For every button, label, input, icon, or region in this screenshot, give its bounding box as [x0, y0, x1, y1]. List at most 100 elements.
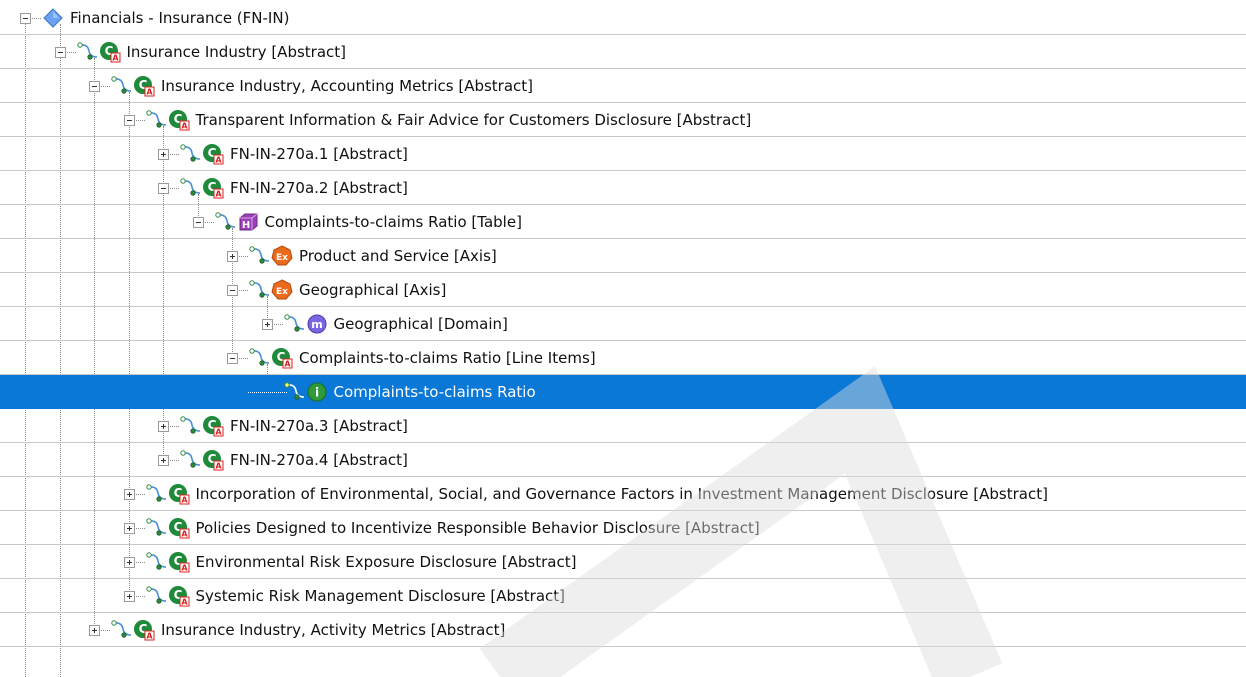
relationship-link-icon — [249, 348, 271, 366]
svg-text:A: A — [181, 530, 188, 539]
expand-toggle[interactable] — [123, 591, 135, 602]
collapse-toggle[interactable] — [227, 353, 238, 364]
tree-row[interactable]: C A Complaints-to-claims Ratio [Line Items… — [0, 341, 1246, 375]
tree-node-label: Systemic Risk Management Disclosure [Abs… — [195, 587, 566, 605]
tree-row[interactable]: H Complaints-to-claims Ratio [Table] — [0, 205, 1246, 239]
svg-text:A: A — [181, 496, 188, 505]
relationship-link-icon — [76, 42, 99, 60]
abstract-icon: CA — [168, 585, 190, 607]
svg-text:A: A — [215, 462, 222, 471]
collapse-toggle[interactable] — [54, 47, 66, 58]
abstract-icon: CA — [202, 143, 224, 165]
abstract-icon: CA — [133, 619, 155, 641]
collapse-toggle[interactable] — [192, 217, 204, 228]
tree-row[interactable]: C A Incorporation of Environmental, Social… — [0, 477, 1246, 511]
tree-row[interactable]: Ex Product and Service [Axis] — [0, 239, 1246, 273]
relationship-link-icon — [145, 552, 168, 570]
expand-toggle[interactable] — [158, 455, 169, 466]
tree-row[interactable]: C A Insurance Industry, Accounting Metrics… — [0, 69, 1246, 103]
relationship-link-icon — [145, 586, 168, 604]
tree-row[interactable]: C A Policies Designed to Incentivize Respo… — [0, 511, 1246, 545]
expand-toggle[interactable] — [261, 319, 273, 330]
relationship-link-icon — [180, 144, 202, 162]
tree-node-label: FN-IN-270a.2 [Abstract] — [230, 179, 408, 197]
relationship-link-icon — [214, 212, 237, 230]
svg-text:A: A — [215, 156, 222, 165]
relationship-link-icon — [145, 518, 168, 536]
tree-node-label: Insurance Industry [Abstract] — [126, 43, 347, 61]
tree-node-label: Insurance Industry, Accounting Metrics [… — [161, 77, 534, 95]
tree-node-label: Insurance Industry, Activity Metrics [Ab… — [161, 621, 506, 639]
svg-text:A: A — [181, 122, 188, 131]
tree-node-label: Complaints-to-claims Ratio — [333, 383, 536, 401]
member-icon: m — [306, 313, 328, 335]
relationship-link-icon — [145, 110, 168, 128]
relationship-link-icon — [180, 178, 202, 196]
abstract-icon: CA — [168, 109, 190, 131]
svg-text:Ex: Ex — [276, 287, 288, 297]
tree-connector-line — [248, 392, 287, 393]
abstract-icon: CA — [202, 449, 224, 471]
relationship-link-icon — [111, 620, 133, 638]
tree-row[interactable]: m Geographical [Domain] — [0, 307, 1246, 341]
tree-row[interactable]: i Complaints-to-claims Ratio — [0, 375, 1246, 409]
tree-row[interactable]: C A Environmental Risk Exposure Disclosure… — [0, 545, 1246, 579]
tree-node-label: FN-IN-270a.3 [Abstract] — [230, 417, 408, 435]
tree-node-label: Product and Service [Axis] — [299, 247, 497, 265]
relationship-link-icon — [249, 280, 271, 298]
svg-text:A: A — [181, 598, 188, 607]
svg-text:A: A — [284, 360, 291, 369]
abstract-icon: CA — [168, 551, 190, 573]
tree-row[interactable]: C A Insurance Industry [Abstract] — [0, 35, 1246, 69]
tree-row[interactable]: Financials - Insurance (FN-IN) — [0, 1, 1246, 35]
tree-row[interactable]: C A FN-IN-270a.4 [Abstract] — [0, 443, 1246, 477]
collapse-toggle[interactable] — [227, 285, 238, 296]
expand-toggle[interactable] — [158, 149, 169, 160]
tree-row[interactable]: C A FN-IN-270a.1 [Abstract] — [0, 137, 1246, 171]
relationship-link-icon — [249, 246, 271, 264]
tree-node-label: FN-IN-270a.4 [Abstract] — [230, 451, 408, 469]
expand-toggle[interactable] — [227, 251, 238, 262]
svg-text:Ex: Ex — [276, 253, 288, 263]
expand-toggle[interactable] — [123, 557, 135, 568]
relationship-link-icon — [283, 382, 306, 400]
svg-text:H: H — [241, 220, 249, 231]
tree-node-label: Incorporation of Environmental, Social, … — [195, 485, 1048, 503]
collapse-toggle[interactable] — [123, 115, 135, 126]
relationship-link-icon — [111, 76, 133, 94]
axis-icon: Ex — [271, 279, 293, 301]
tree-row[interactable]: C A Insurance Industry, Activity Metrics [… — [0, 613, 1246, 647]
expand-toggle[interactable] — [89, 625, 100, 636]
tree-row[interactable]: C A Systemic Risk Management Disclosure [A… — [0, 579, 1246, 613]
collapse-toggle[interactable] — [20, 13, 31, 24]
collapse-toggle[interactable] — [158, 183, 169, 194]
tree-row[interactable]: C A FN-IN-270a.3 [Abstract] — [0, 409, 1246, 443]
expand-toggle[interactable] — [123, 489, 135, 500]
hypercube-icon: H — [237, 211, 259, 233]
abstract-icon: CA — [271, 347, 293, 369]
abstract-icon: CA — [99, 41, 121, 63]
relationship-link-icon — [283, 314, 306, 332]
tree-row[interactable]: C A Transparent Information & Fair Advice … — [0, 103, 1246, 137]
abstract-icon: CA — [168, 517, 190, 539]
tree-node-label: FN-IN-270a.1 [Abstract] — [230, 145, 408, 163]
tree-node-label: Complaints-to-claims Ratio [Line Items] — [299, 349, 596, 367]
tree-row[interactable]: C A FN-IN-270a.2 [Abstract] — [0, 171, 1246, 205]
tree-node-label: Geographical [Axis] — [299, 281, 447, 299]
expand-toggle[interactable] — [123, 523, 135, 534]
svg-text:A: A — [181, 564, 188, 573]
abstract-icon: CA — [133, 75, 155, 97]
relationship-link-icon — [145, 484, 168, 502]
taxonomy-tree[interactable]: Financials - Insurance (FN-IN) C A Insuranc… — [0, 0, 1246, 677]
svg-text:m: m — [311, 318, 322, 331]
tree-row[interactable]: Ex Geographical [Axis] — [0, 273, 1246, 307]
expand-toggle[interactable] — [158, 421, 169, 432]
tree-node-label: Policies Designed to Incentivize Respons… — [195, 519, 760, 537]
tree-node-label: Transparent Information & Fair Advice fo… — [195, 111, 752, 129]
abstract-icon: CA — [202, 177, 224, 199]
svg-text:A: A — [215, 190, 222, 199]
svg-text:i: i — [314, 386, 318, 400]
svg-text:A: A — [146, 88, 153, 97]
abstract-icon: CA — [202, 415, 224, 437]
collapse-toggle[interactable] — [89, 81, 100, 92]
